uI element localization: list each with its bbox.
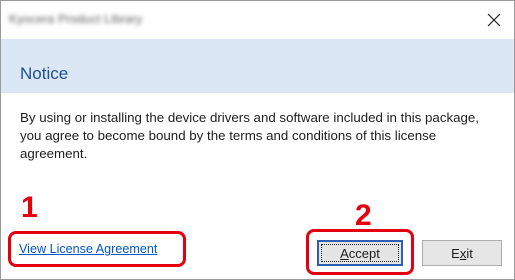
close-icon xyxy=(487,13,501,27)
step-number-2: 2 xyxy=(355,199,372,232)
header-band xyxy=(1,39,514,93)
accept-button-label: Accept xyxy=(340,245,380,261)
dialog-heading: Notice xyxy=(20,64,69,83)
step-number-1: 1 xyxy=(21,191,38,224)
exit-button[interactable]: Exit xyxy=(422,240,502,266)
title-bar[interactable]: Kyocera Product Library xyxy=(1,1,514,39)
close-button[interactable] xyxy=(474,1,514,39)
highlight-box-license-link xyxy=(8,231,186,267)
exit-button-label: Exit xyxy=(451,245,473,261)
window-title: Kyocera Product Library xyxy=(9,12,143,26)
license-message: By using or installing the device driver… xyxy=(20,110,479,161)
